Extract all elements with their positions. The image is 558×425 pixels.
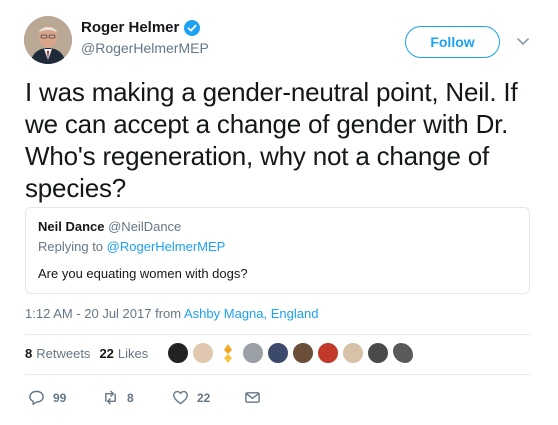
liker-avatar[interactable] xyxy=(192,342,214,364)
liker-avatar[interactable] xyxy=(217,342,239,364)
likes-label: Likes xyxy=(117,346,149,361)
tweet-actions: 99 8 22 xyxy=(0,389,558,409)
direct-message-button[interactable] xyxy=(244,389,269,406)
quoted-tweet-text: Are you equating women with dogs? xyxy=(38,266,248,281)
tweet-location[interactable]: Ashby Magna, England xyxy=(184,306,318,321)
tweet-from: from xyxy=(155,306,182,321)
liker-avatar[interactable] xyxy=(267,342,289,364)
quoted-author-handle: @NeilDance xyxy=(108,219,182,234)
liker-avatar[interactable] xyxy=(242,342,264,364)
likes-stat[interactable]: 22 Likes xyxy=(99,346,148,361)
tweet-timestamp[interactable]: 1:12 AM - 20 Jul 2017 xyxy=(25,306,151,321)
verified-badge-icon xyxy=(184,19,201,36)
retweets-label: Retweets xyxy=(36,346,91,361)
author-name-row[interactable]: Roger Helmer xyxy=(81,19,201,36)
author-handle[interactable]: @RogerHelmerMEP xyxy=(81,40,209,56)
tweet-text: I was making a gender-neutral point, Nei… xyxy=(25,77,518,203)
liker-avatar[interactable] xyxy=(392,342,414,364)
liker-avatar[interactable] xyxy=(342,342,364,364)
divider xyxy=(25,334,530,335)
quoted-tweet[interactable]: Neil Dance @NeilDance Replying to @Roger… xyxy=(25,207,530,294)
quoted-author-line: Neil Dance @NeilDance xyxy=(38,219,181,234)
likes-count: 22 xyxy=(99,346,114,361)
chevron-down-icon[interactable] xyxy=(516,34,530,48)
divider xyxy=(25,374,530,375)
quoted-replying-prefix: Replying to xyxy=(38,239,104,254)
retweet-icon xyxy=(105,390,116,405)
liker-emoji-icon xyxy=(224,344,232,363)
quoted-replying-handle[interactable]: @RogerHelmerMEP xyxy=(107,239,226,254)
reply-button[interactable]: 99 xyxy=(28,389,66,406)
envelope-icon xyxy=(245,392,260,403)
liker-avatar[interactable] xyxy=(167,342,189,364)
retweets-stat[interactable]: 8 Retweets xyxy=(25,346,90,361)
reply-count: 99 xyxy=(53,390,67,405)
like-count: 22 xyxy=(197,390,211,405)
tweet-metadata: 1:12 AM - 20 Jul 2017 from Ashby Magna, … xyxy=(25,306,318,321)
retweet-button[interactable]: 8 xyxy=(102,389,134,406)
retweets-count: 8 xyxy=(25,346,33,361)
author-avatar-image xyxy=(24,16,72,64)
reply-icon xyxy=(29,390,44,406)
liker-avatar[interactable] xyxy=(317,342,339,364)
heart-icon xyxy=(172,390,189,405)
liker-avatar[interactable] xyxy=(367,342,389,364)
quoted-author-name: Neil Dance xyxy=(38,219,105,234)
author-name[interactable]: Roger Helmer xyxy=(81,19,179,36)
engagement-stats: 8 Retweets 22 Likes xyxy=(25,346,157,361)
like-button[interactable]: 22 xyxy=(172,389,210,406)
follow-button[interactable]: Follow xyxy=(405,26,500,58)
quoted-replying-to: Replying to @RogerHelmerMEP xyxy=(38,239,225,254)
liker-avatar[interactable] xyxy=(292,342,314,364)
retweet-count: 8 xyxy=(127,390,134,405)
author-avatar[interactable] xyxy=(24,16,72,64)
